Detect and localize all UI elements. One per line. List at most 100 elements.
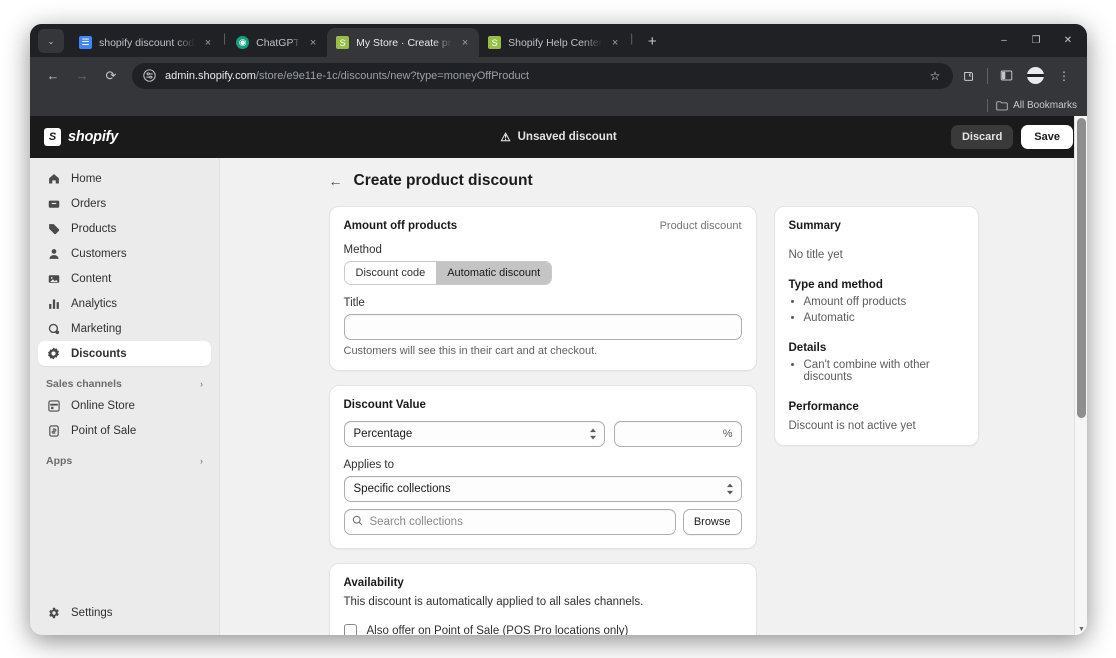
content-icon	[46, 271, 61, 286]
collection-search-row: Browse	[343, 509, 742, 535]
sidebar-item-point-of-sale[interactable]: Point of Sale	[38, 418, 211, 443]
sidebar-item-analytics[interactable]: Analytics	[38, 291, 211, 316]
sidebar-item-customers[interactable]: Customers	[38, 241, 211, 266]
card-title: Availability	[343, 577, 404, 589]
sidebar-item-label: Point of Sale	[71, 424, 137, 437]
sidebar-section-apps[interactable]: Apps ›	[46, 455, 203, 467]
sidebar-item-marketing[interactable]: Marketing	[38, 316, 211, 341]
sales-channels-label: Sales channels	[46, 378, 122, 390]
sidebar-item-label: Analytics	[71, 297, 118, 310]
close-window-icon[interactable]: ✕	[1053, 28, 1083, 52]
back-arrow-icon[interactable]: ←	[329, 173, 343, 189]
discard-button[interactable]: Discard	[950, 125, 1014, 149]
summary-details-list: Can't combine with other discounts	[804, 359, 964, 383]
forward-icon[interactable]: →	[69, 63, 95, 89]
main-column: Amount off products Product discount Met…	[328, 206, 757, 635]
minimize-icon[interactable]: –	[989, 28, 1019, 52]
sidebar-item-discounts[interactable]: Discounts	[38, 341, 211, 366]
tab-search-icon[interactable]: ⌄	[38, 29, 64, 53]
tab-close-icon[interactable]: ×	[201, 36, 215, 50]
chevron-right-icon: ›	[200, 379, 203, 389]
search-collections-input[interactable]	[343, 509, 676, 535]
percentage-input[interactable]	[613, 421, 742, 447]
content-scroll-area: ← Create product discount Amount off pro…	[220, 158, 1087, 635]
card-title: Amount off products	[343, 220, 458, 232]
browser-tab-3-active[interactable]: S My Store · Create product disco ×	[327, 28, 480, 57]
tab-title: Shopify Help Center	[508, 36, 603, 49]
tab-separator: |	[630, 30, 634, 45]
browser-tab-2[interactable]: ◉ ChatGPT ×	[227, 28, 327, 57]
topbar-actions: Discard Save	[950, 125, 1073, 149]
tab-close-icon[interactable]: ×	[458, 36, 472, 50]
sidebar-item-settings[interactable]: Settings	[38, 600, 211, 625]
sidebar-item-orders[interactable]: Orders	[38, 191, 211, 216]
toolbar-divider	[987, 67, 988, 84]
method-option-automatic-discount[interactable]: Automatic discount	[436, 262, 552, 284]
sidebar-item-products[interactable]: Products	[38, 216, 211, 241]
sidebar-item-label: Customers	[71, 247, 127, 260]
bookmark-star-icon[interactable]: ☆	[923, 64, 947, 88]
discount-type-select[interactable]: Percentage	[343, 421, 605, 447]
apps-label: Apps	[46, 455, 73, 467]
list-item: Amount off products	[804, 296, 964, 308]
omnibox-row: ← → ⟳ admin.shopify.com/store/e9e11e-1c/…	[30, 57, 1087, 94]
content-inner: ← Create product discount Amount off pro…	[220, 158, 1087, 635]
all-bookmarks-button[interactable]: All Bookmarks	[996, 100, 1077, 111]
back-icon[interactable]: ←	[40, 63, 66, 89]
sidebar-section-sales-channels[interactable]: Sales channels ›	[46, 378, 203, 390]
sidebar-item-label: Marketing	[71, 322, 122, 335]
method-label: Method	[343, 244, 382, 256]
address-bar[interactable]: admin.shopify.com/store/e9e11e-1c/discou…	[132, 62, 953, 89]
applies-to-select[interactable]: Specific collections	[343, 476, 742, 502]
window-controls: – ❐ ✕	[989, 28, 1083, 52]
title-input[interactable]	[343, 314, 742, 340]
tab-close-icon[interactable]: ×	[306, 36, 320, 50]
new-tab-button[interactable]: +	[640, 29, 664, 53]
columns: Amount off products Product discount Met…	[328, 206, 979, 635]
applies-to-value: Specific collections	[353, 483, 451, 495]
list-item: Can't combine with other discounts	[804, 359, 964, 383]
marketing-icon	[46, 321, 61, 336]
three-dot-menu-icon[interactable]: ⋮	[1051, 63, 1077, 89]
pos-checkbox-row[interactable]: Also offer on Point of Sale (POS Pro loc…	[343, 624, 742, 635]
sidebar-item-label: Orders	[71, 197, 107, 210]
tab-separator: |	[223, 30, 227, 45]
browse-button[interactable]: Browse	[682, 509, 742, 535]
site-settings-icon[interactable]	[142, 68, 157, 83]
reload-icon[interactable]: ⟳	[98, 63, 124, 89]
method-segmented-control: Discount code Automatic discount	[343, 261, 553, 285]
discount-value-card: Discount Value Percentage % Applies to S…	[328, 385, 757, 549]
summary-performance-label: Performance	[788, 401, 859, 413]
extensions-icon[interactable]	[956, 63, 982, 89]
shopify-wordmark: shopify	[68, 129, 119, 145]
tab-title: My Store · Create product disco	[356, 36, 452, 49]
chevron-down-icon: ⌄	[47, 36, 55, 46]
save-button[interactable]: Save	[1021, 125, 1073, 149]
app-body: Home Orders Products Customers Content A…	[30, 158, 1087, 635]
pos-checkbox[interactable]	[343, 624, 357, 635]
sidebar-item-label: Online Store	[71, 399, 135, 412]
browser-tab-1[interactable]: ☰ shopify discount codes - Googl ×	[70, 28, 222, 57]
sidebar-item-home[interactable]: Home	[38, 166, 211, 191]
tab-close-icon[interactable]: ×	[608, 36, 622, 50]
app-scrollbar[interactable]: ▲ ▼	[1074, 116, 1087, 635]
browser-tab-4[interactable]: S Shopify Help Center ×	[479, 28, 629, 57]
side-panel-icon[interactable]	[993, 63, 1019, 89]
shopify-logo[interactable]: S shopify	[44, 128, 118, 146]
shopify-topbar: S shopify ⚠ Unsaved discount Discard Sav…	[30, 116, 1087, 158]
browser-window: ⌄ ☰ shopify discount codes - Googl × | ◉…	[30, 24, 1087, 635]
orders-icon	[46, 196, 61, 211]
profile-avatar[interactable]	[1022, 63, 1048, 89]
availability-card: Availability This discount is automatica…	[328, 563, 757, 635]
sidebar-item-online-store[interactable]: Online Store	[38, 393, 211, 418]
scrollbar-thumb[interactable]	[1077, 118, 1086, 418]
list-item: Automatic	[804, 312, 964, 324]
url-path: /store/e9e11e-1c/discounts/new?type=mone…	[255, 69, 530, 82]
gear-icon	[46, 605, 61, 620]
maximize-icon[interactable]: ❐	[1021, 28, 1051, 52]
product-discount-badge: Product discount	[659, 220, 742, 232]
method-option-discount-code[interactable]: Discount code	[344, 262, 437, 284]
sidebar-item-content[interactable]: Content	[38, 266, 211, 291]
scroll-down-arrow-icon[interactable]: ▼	[1077, 625, 1086, 634]
summary-performance-text: Discount is not active yet	[788, 420, 916, 432]
